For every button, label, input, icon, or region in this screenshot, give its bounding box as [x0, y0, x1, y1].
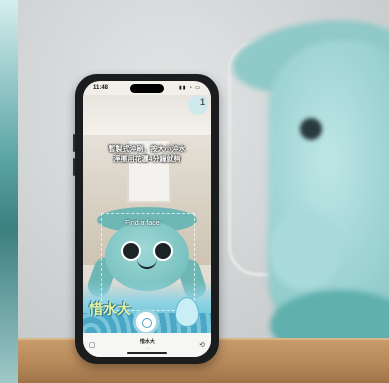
status-time: 11:48 [93, 85, 109, 91]
ar-title-art: 惜水大 [89, 301, 131, 317]
smartphone: 11:48 ▮▮ ◔ ▭ 1 暫製式沖刷，按大小沖水 淨擦用花灑4分鐘就夠 Fi… [73, 74, 219, 364]
tabs-icon[interactable]: ▢ [89, 341, 96, 349]
ar-caption: 暫製式沖刷，按大小沖水 淨擦用花灑4分鐘就夠 [108, 146, 186, 163]
capture-button[interactable] [133, 309, 159, 335]
page-url[interactable]: ... [140, 345, 155, 350]
water-drop-mascot-icon[interactable] [175, 297, 199, 327]
phone-screen: 11:48 ▮▮ ◔ ▭ 1 暫製式沖刷，按大小沖水 淨擦用花灑4分鐘就夠 Fi… [83, 81, 211, 357]
page-info: 惜水大 ... [140, 340, 155, 351]
home-indicator [127, 352, 167, 354]
volume-button [73, 158, 75, 176]
background-left-strip [0, 0, 18, 383]
capture-icon [142, 318, 152, 328]
find-face-label: Find a face [125, 220, 160, 227]
face-detection-box [101, 213, 195, 311]
volume-button [73, 134, 75, 152]
dynamic-island [130, 84, 164, 93]
plush-mascot-eye [300, 118, 322, 140]
status-icons: ▮▮ ◔ ▭ [178, 85, 201, 91]
count-badge-bg [188, 95, 208, 115]
photo-scene: 11:48 ▮▮ ◔ ▭ 1 暫製式沖刷，按大小沖水 淨擦用花灑4分鐘就夠 Fi… [0, 0, 389, 383]
reload-icon[interactable]: ⟲ [199, 341, 205, 349]
count-badge: 1 [199, 97, 205, 107]
plush-mascot-arm [270, 210, 340, 290]
